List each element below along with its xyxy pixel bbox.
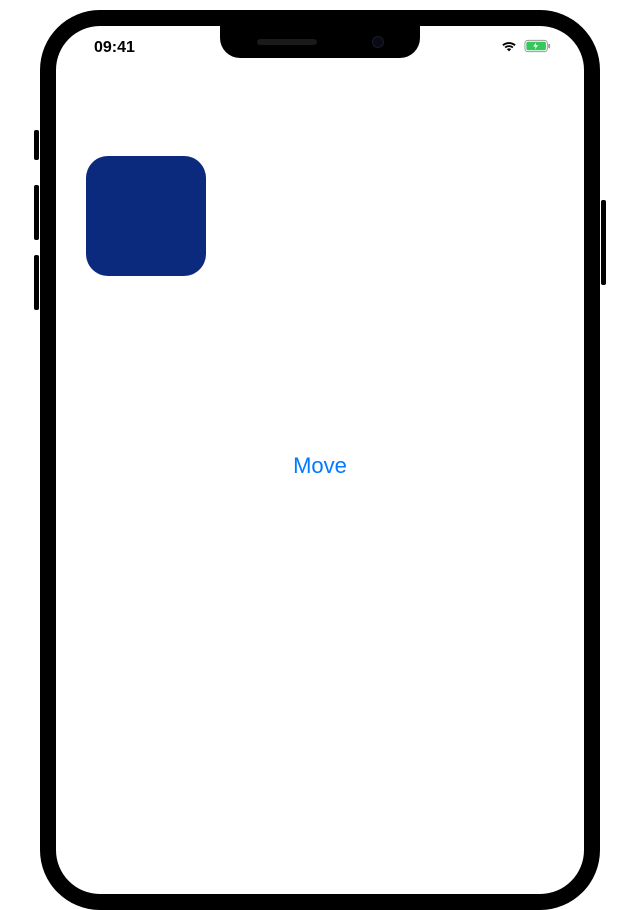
move-button[interactable]: Move (277, 445, 363, 487)
phone-silence-switch (34, 130, 39, 160)
wifi-icon (500, 39, 518, 58)
phone-camera (372, 36, 384, 48)
battery-charging-icon (524, 39, 552, 58)
app-content: Move (56, 70, 584, 894)
animated-square (86, 156, 206, 276)
phone-volume-down (34, 255, 39, 310)
status-time: 09:41 (94, 39, 135, 57)
phone-screen: 09:41 (56, 26, 584, 894)
phone-volume-up (34, 185, 39, 240)
phone-notch (220, 26, 420, 58)
phone-frame: 09:41 (40, 10, 600, 910)
phone-speaker (257, 39, 317, 45)
phone-frame-inner: 09:41 (46, 16, 594, 904)
status-icons (500, 39, 552, 58)
phone-power-button (601, 200, 606, 285)
